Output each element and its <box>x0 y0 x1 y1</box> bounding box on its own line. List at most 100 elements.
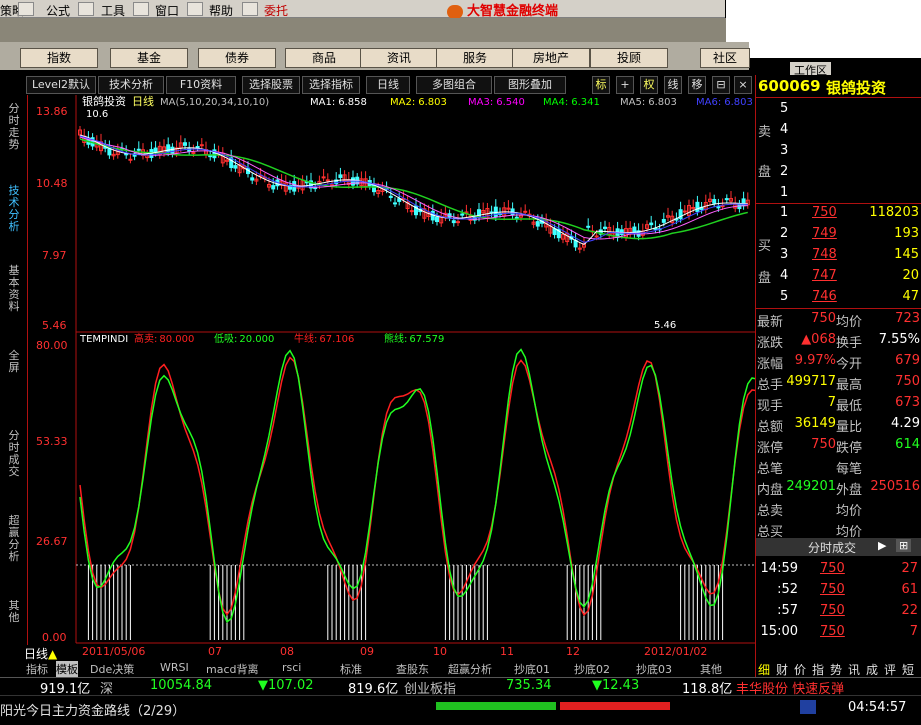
trade-time: 14:59 <box>760 561 798 576</box>
quote-label: 涨幅 <box>757 357 784 372</box>
right-tab-0[interactable]: 细 <box>758 661 770 678</box>
bottom-tab-8[interactable]: 超赢分析 <box>448 661 492 677</box>
bottom-tab-5[interactable]: rsci <box>282 661 301 674</box>
sell-level: 4 <box>780 122 789 137</box>
bottom-tab-4[interactable]: macd背离 <box>206 661 259 677</box>
bottom-tab-12[interactable]: 其他 <box>700 661 722 677</box>
candle-body <box>716 206 721 209</box>
candle-body <box>233 165 238 169</box>
right-tab-1[interactable]: 财 <box>776 661 788 678</box>
multi-chart-button[interactable]: 多图组合 <box>416 76 492 94</box>
right-tab-8[interactable]: 短 <box>902 661 914 678</box>
buy-price: 749 <box>812 226 837 241</box>
menu-window[interactable]: 窗口 <box>155 2 179 19</box>
category-3[interactable]: 商品 <box>285 48 363 68</box>
buy-price: 750 <box>812 205 837 220</box>
right-tab-6[interactable]: 成 <box>866 661 878 678</box>
category-7[interactable]: 投顾 <box>590 48 668 68</box>
gear-icon[interactable] <box>800 700 816 714</box>
period-button[interactable]: 日线 <box>366 76 410 94</box>
x-label-5: 10 <box>433 645 447 658</box>
bottom-tab-0[interactable]: 指标 <box>26 661 48 677</box>
candle-body <box>594 235 599 238</box>
ma-value: 6.803 <box>418 97 447 108</box>
quote-label: 今开 <box>836 357 863 372</box>
quote-label: 最新 <box>757 315 784 330</box>
nav-tech[interactable]: 技术分析 <box>6 185 22 245</box>
right-tab-5[interactable]: 讯 <box>848 661 860 678</box>
bottom-tab-10[interactable]: 抄底02 <box>574 661 610 677</box>
quote-label: 内盘 <box>757 483 784 498</box>
toolbar-icon-2[interactable] <box>78 2 94 16</box>
category-5[interactable]: 服务 <box>436 48 514 68</box>
bottom-tab-6[interactable]: 标准 <box>340 661 362 677</box>
overlay-button[interactable]: 图形叠加 <box>494 76 566 94</box>
bottom-tab-1[interactable]: 模板 <box>56 661 78 677</box>
toolbar-icon-5[interactable] <box>242 2 258 16</box>
candle-body <box>649 222 654 226</box>
move-button[interactable]: 移 <box>688 76 706 94</box>
nav-fundamental[interactable]: 基本资料 <box>6 265 22 325</box>
menu-trade[interactable]: 委托 <box>264 2 288 19</box>
category-1[interactable]: 基金 <box>110 48 188 68</box>
nav-intraday[interactable]: 分时走势 <box>6 103 22 163</box>
nav-fullscreen[interactable]: 全屏 <box>6 350 22 380</box>
buy-level: 1 <box>780 205 789 220</box>
bottom-tab-11[interactable]: 抄底03 <box>636 661 672 677</box>
zoom-icon[interactable]: ⊟ <box>712 76 730 94</box>
level2-button[interactable]: Level2默认 <box>26 76 96 94</box>
quote-label: 均价 <box>836 504 863 519</box>
quote-value: 7.55% <box>878 332 920 347</box>
select-stock-button[interactable]: 选择股票 <box>242 76 300 94</box>
candle-body <box>451 220 456 224</box>
ma-name: MA5: <box>620 97 645 108</box>
tech-analysis-button[interactable]: 技术分析 <box>98 76 164 94</box>
nav-trades[interactable]: 分时成交 <box>6 430 22 490</box>
toolbar-icon-3[interactable] <box>133 2 149 16</box>
toolbar-icon-1[interactable] <box>18 2 34 16</box>
nav-other[interactable]: 其他 <box>6 600 22 630</box>
quote-label: 总卖 <box>757 504 784 519</box>
trade-price: 750 <box>820 561 845 576</box>
chart-area: 银鸽投资 日线 MA(5,10,20,34,10,10) MA1: 6.858 MA… <box>28 95 755 660</box>
nav-superwin[interactable]: 超赢分析 <box>6 515 22 575</box>
category-8[interactable]: 社区 <box>700 48 750 68</box>
indicator-legend-item: 高卖: 80.000 <box>134 332 194 345</box>
progress-red <box>560 702 670 710</box>
play-icon[interactable]: ▶ <box>878 539 886 552</box>
low-price-label: 5.46 <box>654 320 676 331</box>
indicator-legend-item: 熊线: 67.579 <box>384 332 444 345</box>
bottom-tab-2[interactable]: Dde决策 <box>90 661 134 677</box>
category-6[interactable]: 房地产 <box>512 48 590 68</box>
toolbar-icon-4[interactable] <box>187 2 203 16</box>
f10-button[interactable]: F10资料 <box>166 76 236 94</box>
expand-icon[interactable]: ⊞ <box>896 539 912 552</box>
category-2[interactable]: 债券 <box>198 48 276 68</box>
right-tab-2[interactable]: 价 <box>794 661 806 678</box>
right-tab-3[interactable]: 指 <box>812 661 824 678</box>
menu-help[interactable]: 帮助 <box>209 2 233 19</box>
logo-icon <box>447 4 463 19</box>
right-tab-4[interactable]: 势 <box>830 661 842 678</box>
category-0[interactable]: 指数 <box>20 48 98 68</box>
menu-formula[interactable]: 公式 <box>46 2 70 19</box>
candle-body <box>535 221 540 227</box>
rights-button[interactable]: 权 <box>640 76 658 94</box>
mark-button[interactable]: 标 <box>592 76 610 94</box>
ind-value: 67.579 <box>409 334 444 345</box>
category-4[interactable]: 资讯 <box>360 48 438 68</box>
bottom-tab-9[interactable]: 抄底01 <box>514 661 550 677</box>
bottom-tab-7[interactable]: 查股东 <box>396 661 429 677</box>
bottom-tab-3[interactable]: WRSI <box>160 661 189 674</box>
select-indicator-button[interactable]: 选择指标 <box>302 76 360 94</box>
quote-value: 250516 <box>870 479 920 494</box>
crosshair-icon[interactable]: + <box>616 76 634 94</box>
right-tab-7[interactable]: 评 <box>884 661 896 678</box>
close-icon[interactable]: × <box>734 76 752 94</box>
f10-label: F10资料 <box>179 78 223 91</box>
trade-vol: 61 <box>901 582 918 597</box>
quote-label: 量比 <box>836 420 863 435</box>
quote-label: 总手 <box>757 378 784 393</box>
menu-tools[interactable]: 工具 <box>101 2 125 19</box>
line-button[interactable]: 线 <box>664 76 682 94</box>
